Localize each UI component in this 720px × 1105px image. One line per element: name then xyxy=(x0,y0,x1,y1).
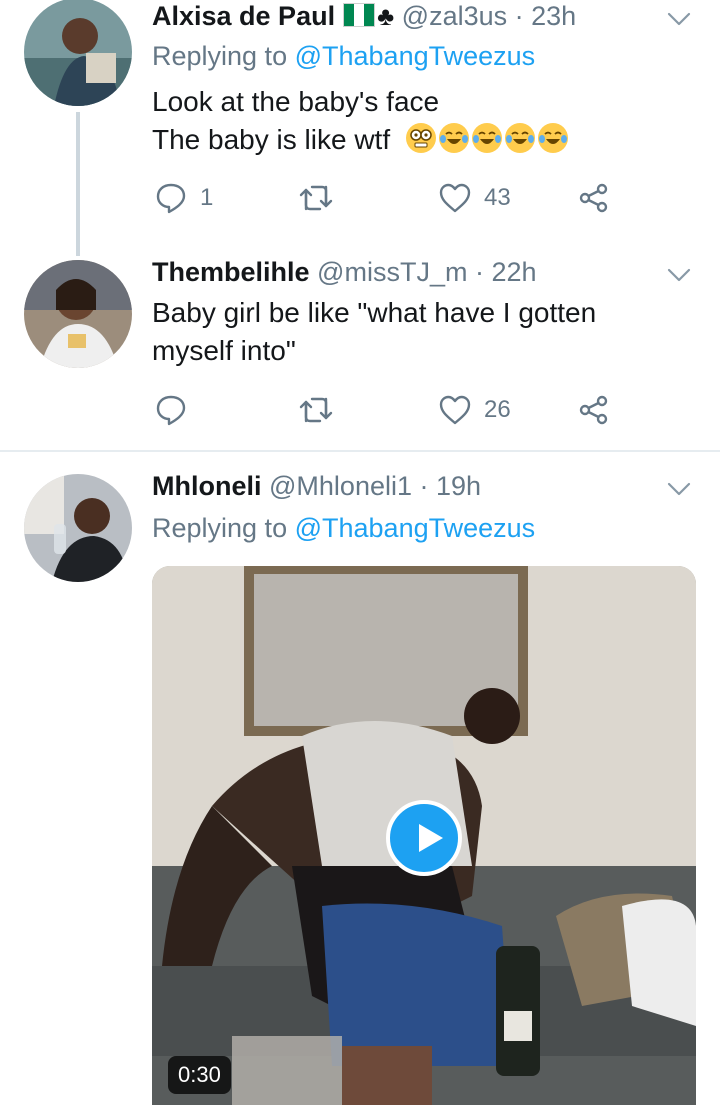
user-handle[interactable]: @Mhloneli1 xyxy=(269,471,412,501)
retweet-button[interactable] xyxy=(298,180,334,216)
share-icon xyxy=(579,395,608,425)
retweet-icon xyxy=(299,185,333,211)
display-name[interactable]: Thembelihle xyxy=(152,257,310,287)
user-handle[interactable]: @missTJ_m xyxy=(317,257,467,287)
avatar-mhloneli[interactable] xyxy=(24,474,132,582)
reply-icon xyxy=(156,183,186,214)
tweet-text: Look at the baby's face The baby is like… xyxy=(152,83,692,159)
user-handle[interactable]: @zal3us xyxy=(402,1,507,31)
avatar-thembelihle[interactable] xyxy=(24,260,132,368)
tweet-time[interactable]: · 22h xyxy=(475,257,537,287)
reply-icon xyxy=(156,395,186,426)
tweet-time[interactable]: · 23h xyxy=(515,1,577,31)
tweet-header: Alxisa de Paul ♣ @zal3us · 23h xyxy=(152,0,576,32)
tweet-time[interactable]: · 19h xyxy=(420,471,482,501)
chevron-down-icon[interactable] xyxy=(666,6,692,32)
reply-button[interactable] xyxy=(154,392,188,428)
tweet-text-line: myself into" xyxy=(152,335,296,366)
reply-count: 1 xyxy=(200,184,214,211)
tears-of-joy-icon xyxy=(438,123,469,153)
mention-link[interactable]: @ThabangTweezus xyxy=(295,41,536,71)
display-name[interactable]: Alxisa de Paul xyxy=(152,1,335,31)
tweet-actions: 1 43 xyxy=(152,180,622,216)
nigeria-flag-icon xyxy=(343,3,376,27)
display-name[interactable]: Mhloneli xyxy=(152,471,262,501)
share-button[interactable] xyxy=(578,180,610,216)
video-duration: 0:30 xyxy=(168,1056,231,1094)
tweet-2[interactable]: Thembelihle @missTJ_m · 22h Baby girl be… xyxy=(0,256,720,446)
like-count: 26 xyxy=(484,396,511,423)
like-button[interactable]: 26 xyxy=(438,392,511,428)
tweet-header: Thembelihle @missTJ_m · 22h xyxy=(152,256,537,288)
like-button[interactable]: 43 xyxy=(438,180,511,216)
play-button[interactable] xyxy=(386,800,462,876)
retweet-button[interactable] xyxy=(298,392,334,428)
tweet-text-line: Look at the baby's face xyxy=(152,86,440,117)
tears-of-joy-icon xyxy=(537,123,568,153)
replying-to: Replying to @ThabangTweezus xyxy=(152,41,536,71)
tears-of-joy-icon xyxy=(471,123,502,153)
tweet-actions: 26 xyxy=(152,392,622,428)
tears-of-joy-icon xyxy=(504,123,535,153)
flushed-face-icon xyxy=(405,123,436,153)
heart-icon xyxy=(439,183,471,213)
tweet-1[interactable]: Alxisa de Paul ♣ @zal3us · 23h Replying t… xyxy=(0,0,720,256)
tweet-divider xyxy=(0,450,720,452)
retweet-icon xyxy=(299,397,333,423)
replying-to: Replying to @ThabangTweezus xyxy=(152,513,536,543)
reply-button[interactable]: 1 xyxy=(154,180,213,216)
tweet-text-line: Baby girl be like "what have I gotten xyxy=(152,297,597,328)
like-count: 43 xyxy=(484,184,511,211)
tweet-header: Mhloneli @Mhloneli1 · 19h xyxy=(152,470,481,502)
avatar-alxisa[interactable] xyxy=(24,0,132,106)
thread-connector-line xyxy=(76,112,80,256)
share-icon xyxy=(579,183,608,213)
tweet-text-line-with-emoji: The baby is like wtf xyxy=(152,121,692,159)
chevron-down-icon[interactable] xyxy=(666,262,692,288)
heart-icon xyxy=(439,395,471,425)
tweet-text: Baby girl be like "what have I gotten my… xyxy=(152,294,692,370)
club-suit-icon: ♣ xyxy=(377,1,395,31)
video-player[interactable]: 0:30 xyxy=(152,566,696,1105)
chevron-down-icon[interactable] xyxy=(666,476,692,502)
share-button[interactable] xyxy=(578,392,610,428)
mention-link[interactable]: @ThabangTweezus xyxy=(295,513,536,543)
